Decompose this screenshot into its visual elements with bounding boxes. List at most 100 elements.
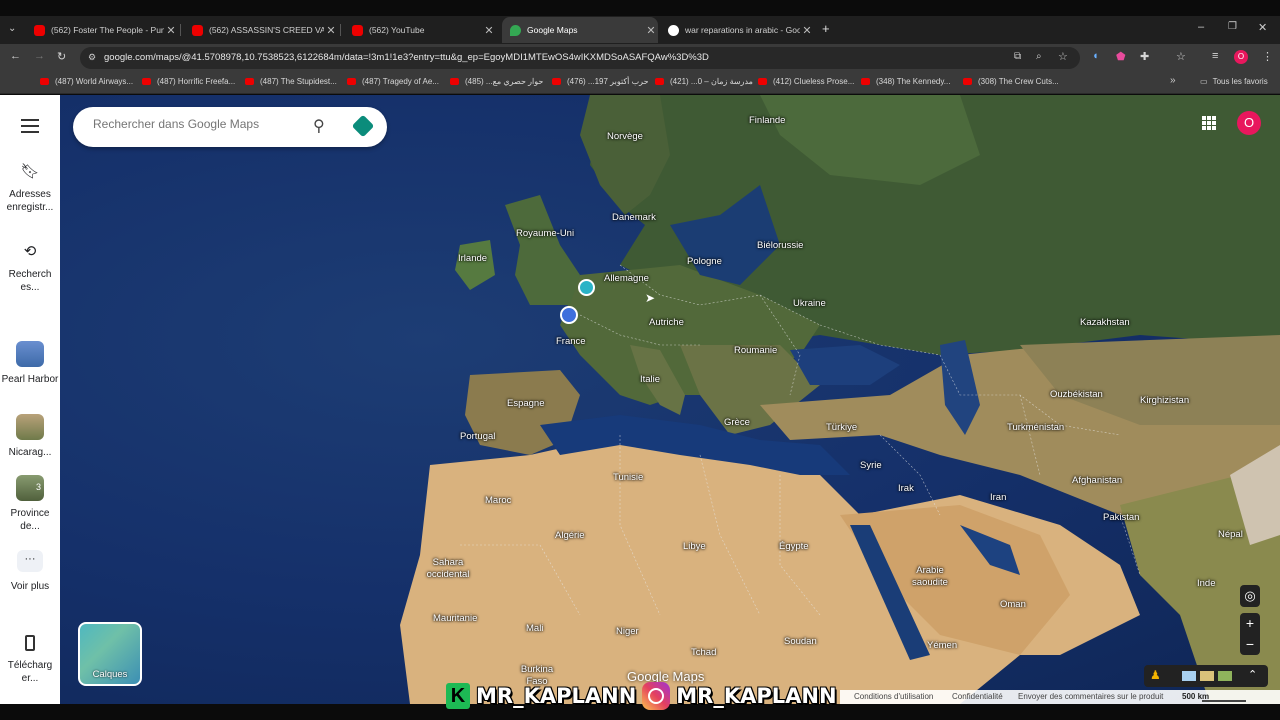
- place-label[interactable]: Oman: [1000, 599, 1026, 610]
- place-label[interactable]: Tchad: [691, 647, 716, 658]
- bookmark-item[interactable]: (412) Clueless Prose...: [758, 77, 854, 86]
- close-tab-icon[interactable]: ✕: [800, 24, 814, 37]
- place-label[interactable]: Roumanie: [734, 345, 777, 356]
- terms-link[interactable]: Conditions d'utilisation: [854, 692, 933, 701]
- back-icon[interactable]: ←: [10, 50, 21, 62]
- favorites-icon[interactable]: ☆: [1176, 50, 1186, 63]
- place-label[interactable]: Arabie saoudite: [904, 565, 956, 589]
- forward-icon[interactable]: →: [34, 50, 45, 62]
- place-label[interactable]: Soudan: [784, 636, 817, 647]
- close-tab-icon[interactable]: ✕: [324, 24, 338, 37]
- url-text[interactable]: google.com/maps/@41.5708978,10.7538523,6…: [104, 52, 709, 63]
- apps-grid-icon[interactable]: [1202, 116, 1216, 130]
- rail-saved[interactable]: 🔖︎ Adresses enregistr...: [0, 164, 60, 214]
- satellite-thumb[interactable]: [1218, 671, 1232, 681]
- tab-search-chevron-icon[interactable]: ⌄: [8, 23, 16, 34]
- place-label[interactable]: Italie: [640, 374, 660, 385]
- pegman-icon[interactable]: ♟: [1150, 668, 1161, 682]
- bookmark-item[interactable]: مدرسة زمان – 0... (421): [655, 77, 753, 86]
- place-label[interactable]: Yémen: [927, 640, 957, 651]
- place-label[interactable]: Algérie: [555, 530, 585, 541]
- close-tab-icon[interactable]: ✕: [644, 24, 658, 37]
- place-label[interactable]: Pakistan: [1103, 512, 1139, 523]
- privacy-link[interactable]: Confidentialité: [952, 692, 1003, 701]
- my-location-button[interactable]: ◎: [1240, 585, 1260, 607]
- place-label[interactable]: Norvège: [607, 131, 643, 142]
- place-label[interactable]: Égypte: [779, 541, 809, 552]
- menu-dots-icon[interactable]: ⋮: [1262, 50, 1273, 63]
- terrain-thumb[interactable]: [1200, 671, 1214, 681]
- account-avatar[interactable]: O: [1237, 111, 1261, 135]
- bookmark-item[interactable]: (487) Tragedy of Ae...: [347, 77, 439, 86]
- place-label[interactable]: Pologne: [687, 256, 722, 267]
- layers-button[interactable]: Calques: [78, 622, 142, 686]
- place-label[interactable]: Biélorussie: [757, 240, 803, 251]
- close-window-icon[interactable]: ✕: [1258, 21, 1267, 34]
- bookmark-item[interactable]: (487) Horrific Freefa...: [142, 77, 235, 86]
- bookmark-item[interactable]: (308) The Crew Cuts...: [963, 77, 1059, 86]
- rail-history[interactable]: ⟲ Recherch es...: [0, 244, 60, 294]
- place-label[interactable]: Niger: [616, 626, 639, 637]
- place-label[interactable]: Espagne: [507, 398, 545, 409]
- place-label[interactable]: Turkménistan: [1007, 422, 1064, 433]
- tab-assassins-creed[interactable]: (562) ASSASSIN'S CREED VALHA ✕: [184, 17, 338, 43]
- place-label[interactable]: Irlande: [458, 253, 487, 264]
- place-label[interactable]: Portugal: [460, 431, 495, 442]
- place-label[interactable]: Syrie: [860, 460, 882, 471]
- bookmark-item[interactable]: حوار حصري مع... (485): [450, 77, 543, 86]
- reload-icon[interactable]: ↻: [57, 50, 66, 63]
- menu-hamburger-icon[interactable]: [21, 119, 39, 133]
- search-icon[interactable]: ⚲: [313, 116, 325, 136]
- tab-youtube[interactable]: (562) YouTube ✕: [344, 17, 496, 43]
- site-info-icon[interactable]: ⚙: [88, 52, 96, 63]
- place-label[interactable]: Irak: [898, 483, 914, 494]
- profile-avatar[interactable]: O: [1234, 50, 1248, 64]
- more-bookmarks-icon[interactable]: »: [1170, 75, 1176, 86]
- place-label[interactable]: Ouzbékistan: [1050, 389, 1103, 400]
- media-icon[interactable]: ≡: [1212, 50, 1218, 62]
- map-canvas[interactable]: Finlande Norvège Danemark Royaume-Uni Ir…: [60, 95, 1280, 704]
- rail-recent-province[interactable]: 3 Province de...: [0, 475, 60, 533]
- place-label[interactable]: Sahara occidental: [418, 557, 478, 581]
- place-label[interactable]: Kazakhstan: [1080, 317, 1130, 328]
- place-label[interactable]: Tunisie: [613, 472, 643, 483]
- zoom-in-button[interactable]: +: [1240, 613, 1260, 634]
- minimize-icon[interactable]: –: [1198, 21, 1204, 33]
- directions-icon[interactable]: [351, 114, 375, 138]
- saved-place-marker[interactable]: [578, 279, 595, 296]
- tab-war-reparations[interactable]: war reparations in arabic - Goo ✕: [660, 17, 814, 43]
- tab-google-maps[interactable]: Google Maps ✕: [502, 17, 658, 43]
- place-label[interactable]: Libye: [683, 541, 706, 552]
- rail-download-app[interactable]: Télécharg er...: [0, 635, 60, 685]
- new-tab-button[interactable]: +: [822, 21, 830, 36]
- rail-more[interactable]: ··· Voir plus: [0, 550, 60, 593]
- expand-up-icon[interactable]: ⌃: [1248, 668, 1257, 681]
- place-label[interactable]: France: [556, 336, 586, 347]
- all-bookmarks-folder[interactable]: ▭ Tous les favoris: [1200, 77, 1268, 86]
- place-label[interactable]: Mauritanie: [433, 613, 477, 624]
- tab-foster-the-people[interactable]: (562) Foster The People - Pump ✕: [26, 17, 178, 43]
- rail-recent-nicaragua[interactable]: Nicarag...: [0, 414, 60, 459]
- bookmark-item[interactable]: (487) World Airways...: [40, 77, 133, 86]
- bookmark-item[interactable]: (487) The Stupidest...: [245, 77, 337, 86]
- map-type-thumb[interactable]: [1182, 671, 1196, 681]
- close-tab-icon[interactable]: ✕: [482, 24, 496, 37]
- lock-marker-icon[interactable]: [560, 306, 578, 324]
- close-tab-icon[interactable]: ✕: [164, 24, 178, 37]
- place-label[interactable]: Iran: [990, 492, 1006, 503]
- place-label[interactable]: Mali: [526, 623, 543, 634]
- extension-shield-icon[interactable]: ⬟: [1116, 50, 1126, 63]
- place-label[interactable]: Afghanistan: [1072, 475, 1122, 486]
- bookmark-item[interactable]: حرب أكتوبر 197... (476): [552, 77, 649, 86]
- place-label[interactable]: Grèce: [724, 417, 750, 428]
- place-label[interactable]: Autriche: [649, 317, 684, 328]
- bookmark-star-icon[interactable]: ☆: [1058, 50, 1068, 63]
- place-label[interactable]: Ukraine: [793, 298, 826, 309]
- place-label[interactable]: Maroc: [485, 495, 511, 506]
- place-label[interactable]: Türkiye: [826, 422, 857, 433]
- rail-recent-pearl-harbor[interactable]: Pearl Harbor: [0, 341, 60, 386]
- place-label[interactable]: Inde: [1197, 578, 1216, 589]
- maximize-icon[interactable]: ❐: [1228, 21, 1237, 32]
- place-label[interactable]: Danemark: [612, 212, 656, 223]
- place-label[interactable]: Allemagne: [604, 273, 649, 284]
